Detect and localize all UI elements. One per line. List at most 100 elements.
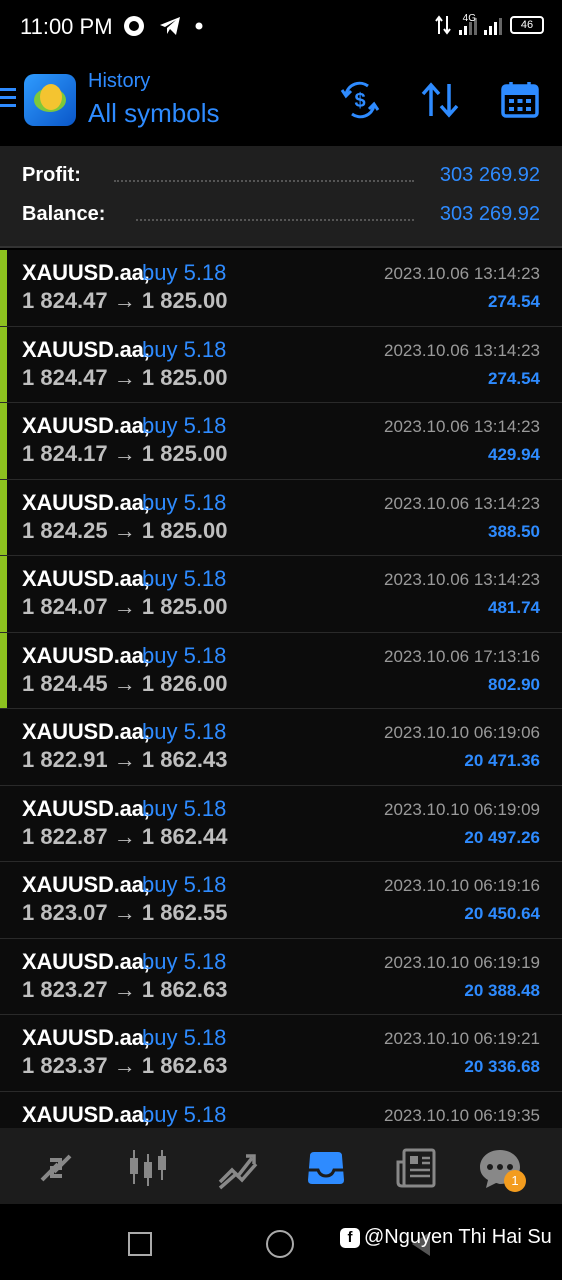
quotes-icon[interactable]: [34, 1146, 78, 1190]
trade-profit: 274.54: [488, 368, 540, 388]
trade-prices: 1 822.91 → 1 862.43: [22, 747, 228, 772]
trade-icon[interactable]: [216, 1146, 260, 1190]
trade-row[interactable]: XAUUSD.aa, buy 5.18 1 824.25 → 1 825.00 202…: [0, 479, 562, 556]
trade-profit: 20 450.64: [464, 904, 540, 923]
trade-date: 2023.10.10 06:19:19: [384, 952, 540, 972]
trade-history-list[interactable]: XAUUSD.aa, buy 5.18 1 824.47 → 1 825.00 202…: [0, 250, 562, 1130]
trade-marker: [0, 632, 7, 708]
status-notification-icons: [122, 14, 204, 38]
trade-row[interactable]: XAUUSD.aa, buy 5.18 1 822.91 → 1 862.43 202…: [0, 709, 562, 786]
app-logo: [24, 74, 76, 126]
trade-profit: 388.50: [488, 521, 540, 541]
trade-profit: 802.90: [488, 674, 540, 694]
signal-icon-2: [484, 15, 502, 35]
trade-date: 2023.10.10 06:19:21: [384, 1029, 540, 1048]
trade-type: buy 5.18: [142, 642, 227, 668]
chart-icon[interactable]: [126, 1146, 170, 1190]
status-bar: 11:00 PM 4G 46: [0, 0, 562, 58]
chat-badge: 1: [504, 1170, 526, 1192]
news-icon[interactable]: [394, 1146, 438, 1190]
trade-marker: [0, 326, 7, 402]
chat-button[interactable]: 1: [478, 1146, 526, 1192]
trade-profit: 481.74: [488, 598, 540, 617]
trade-date: 2023.10.10 06:19:16: [384, 876, 540, 895]
balance-dots: [136, 219, 414, 223]
trade-type: buy 5.18: [142, 260, 227, 285]
recent-apps-button[interactable]: [128, 1232, 152, 1256]
trade-type: buy 5.18: [142, 566, 227, 591]
trade-marker: [0, 479, 7, 555]
trade-symbol: XAUUSD.aa,: [22, 872, 150, 897]
trade-row[interactable]: XAUUSD.aa, buy 5.18 1 824.45 → 1 826.00 202…: [0, 632, 562, 709]
data-transfer-icon: [434, 15, 451, 35]
profit-row: Profit: 303 269.92: [22, 164, 540, 194]
battery-indicator: 46: [510, 16, 544, 34]
trade-type: buy 5.18: [142, 872, 227, 897]
trade-prices: 1 824.47 → 1 825.00: [22, 288, 228, 313]
trade-symbol: XAUUSD.aa,: [22, 1025, 150, 1050]
trade-date: 2023.10.06 13:14:23: [384, 340, 540, 360]
trade-type: buy 5.18: [142, 719, 227, 744]
status-system-icons: 4G 46: [434, 12, 544, 36]
trade-marker: [0, 250, 7, 326]
trade-symbol: XAUUSD.aa,: [22, 336, 150, 362]
trade-date: 2023.10.06 17:13:16: [384, 646, 540, 666]
header-title[interactable]: All symbols: [88, 98, 219, 129]
sort-icon[interactable]: [418, 78, 462, 122]
trade-row[interactable]: XAUUSD.aa, buy 5.18 1 824.07 → 1 825.00 202…: [0, 556, 562, 633]
currency-exchange-icon[interactable]: $: [338, 78, 382, 122]
trade-type: buy 5.18: [142, 336, 227, 362]
bottom-navigation: 1: [0, 1128, 562, 1204]
trade-prices: 1 823.37 → 1 862.63: [22, 1053, 228, 1078]
profit-dots: [114, 180, 414, 184]
trade-row[interactable]: XAUUSD.aa, buy 5.18 1 822.87 → 1 862.44 202…: [0, 785, 562, 862]
trade-row[interactable]: XAUUSD.aa, buy 5.18 1 823.07 → 1 862.55 202…: [0, 862, 562, 939]
profit-value: 303 269.92: [439, 164, 540, 186]
trade-symbol: XAUUSD.aa,: [22, 719, 150, 744]
svg-text:$: $: [354, 90, 365, 112]
trade-type: buy 5.18: [142, 413, 227, 438]
trade-symbol: XAUUSD.aa,: [22, 948, 150, 974]
trade-profit: 429.94: [488, 445, 540, 464]
balance-label: Balance:: [22, 203, 106, 225]
balance-row: Balance: 303 269.92: [22, 203, 540, 233]
trade-row[interactable]: XAUUSD.aa, buy 5.18 1 824.47 → 1 825.00 202…: [0, 250, 562, 327]
calendar-icon[interactable]: [498, 78, 542, 122]
trade-profit: 20 336.68: [464, 1057, 540, 1076]
balance-value: 303 269.92: [439, 203, 540, 225]
trade-date: 2023.10.06 13:14:23: [384, 264, 540, 283]
trade-marker: [0, 403, 7, 479]
network-label: 4G: [462, 12, 476, 24]
trade-row[interactable]: XAUUSD.aa, buy 5.18 1 823.37 → 1 862.63 202…: [0, 1015, 562, 1092]
trade-row[interactable]: XAUUSD.aa, buy 5.18 1 824.17 → 1 825.00 202…: [0, 403, 562, 480]
trade-row[interactable]: XAUUSD.aa, buy 5.18 2023.10.10 06:19:35: [0, 1091, 562, 1130]
home-button[interactable]: [266, 1230, 294, 1258]
trade-row[interactable]: XAUUSD.aa, buy 5.18 1 824.47 → 1 825.00 202…: [0, 326, 562, 403]
trade-symbol: XAUUSD.aa,: [22, 1101, 150, 1127]
header-subtitle: History: [88, 70, 151, 92]
trade-symbol: XAUUSD.aa,: [22, 489, 150, 515]
trade-profit: 20 471.36: [464, 751, 540, 770]
trade-symbol: XAUUSD.aa,: [22, 260, 150, 285]
watermark-text: @Nguyen Thi Hai Su: [364, 1226, 552, 1248]
trade-prices: 1 824.45 → 1 826.00: [22, 670, 228, 696]
trade-date: 2023.10.06 13:14:23: [384, 570, 540, 589]
menu-icon[interactable]: [0, 88, 16, 112]
profit-label: Profit:: [22, 164, 81, 186]
system-navigation-bar: f @Nguyen Thi Hai Su: [0, 1204, 562, 1280]
trade-prices: 1 822.87 → 1 862.44: [22, 823, 228, 849]
trade-row[interactable]: XAUUSD.aa, buy 5.18 1 823.27 → 1 862.63 202…: [0, 938, 562, 1015]
logo-leaf-2: [40, 84, 62, 110]
app-notification-icon: [124, 16, 144, 36]
trade-prices: 1 824.25 → 1 825.00: [22, 517, 228, 543]
trade-profit: 274.54: [488, 292, 540, 311]
app-header: History All symbols $: [0, 62, 562, 142]
trade-symbol: XAUUSD.aa,: [22, 795, 150, 821]
trade-date: 2023.10.10 06:19:09: [384, 799, 540, 819]
trade-date: 2023.10.06 13:14:23: [384, 493, 540, 513]
trade-date: 2023.10.10 06:19:06: [384, 723, 540, 742]
trade-symbol: XAUUSD.aa,: [22, 413, 150, 438]
trade-prices: 1 824.47 → 1 825.00: [22, 364, 228, 390]
history-icon[interactable]: [304, 1146, 348, 1190]
trade-type: buy 5.18: [142, 948, 227, 974]
